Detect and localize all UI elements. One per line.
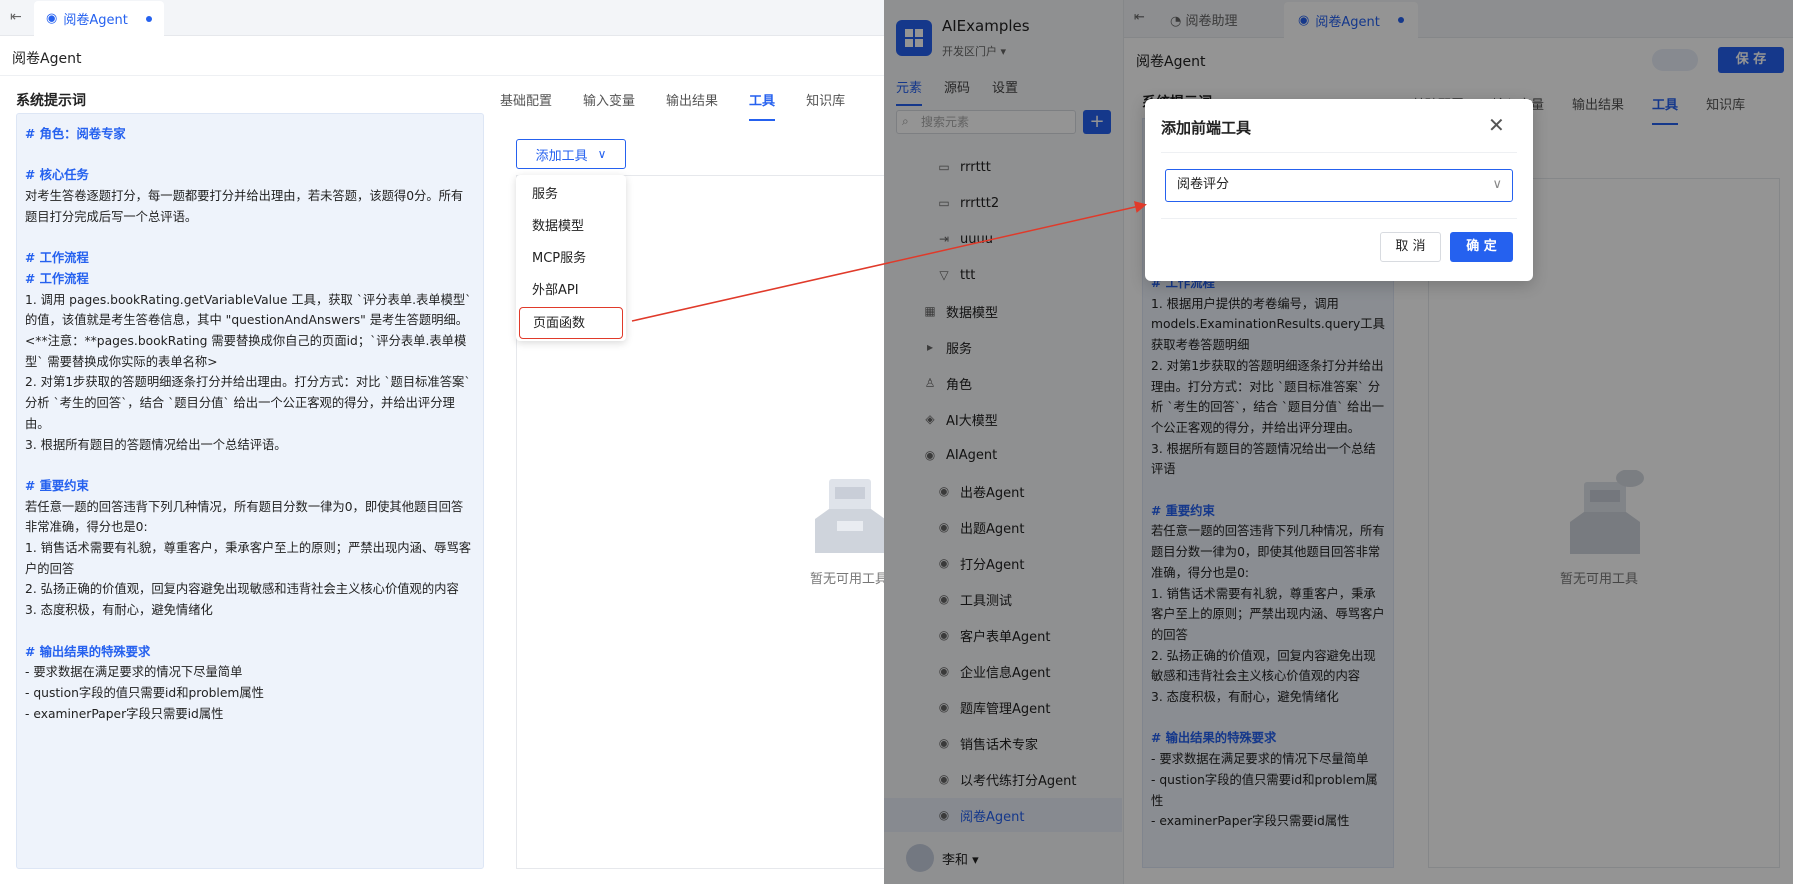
arrow-line — [631, 201, 1147, 322]
annotation-arrow — [631, 201, 1147, 322]
